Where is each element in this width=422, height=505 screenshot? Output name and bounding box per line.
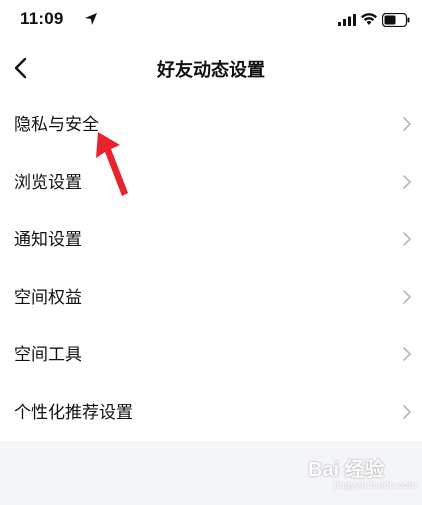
chevron-right-icon [403,289,411,304]
cellular-signal-icon [338,14,356,26]
watermark-url: jingyan.baidu.com [334,481,418,491]
settings-item-label: 个性化推荐设置 [14,402,133,423]
settings-item-label: 空间权益 [14,287,82,308]
settings-item-label: 隐私与安全 [14,115,99,135]
settings-list: 隐私与安全 浏览设置 通知设置 空间权益 空间工具 个性化推荐设置 [0,96,422,441]
settings-item-notification[interactable]: 通知设置 [0,211,422,269]
location-arrow-icon [85,13,97,25]
chevron-right-icon [403,174,411,189]
chevron-right-icon [403,117,411,131]
chevron-right-icon [403,404,411,419]
settings-item-label: 通知设置 [14,230,82,250]
navigation-bar: 好友动态设置 [0,40,422,96]
battery-icon [382,13,410,27]
baidu-jingyan-watermark: Bai 经验 jingyan.baidu.com [304,453,418,497]
settings-item-personalized-recommend[interactable]: 个性化推荐设置 [0,384,422,442]
wifi-icon [361,13,377,25]
status-bar: 11:09 [0,0,422,40]
settings-item-space-benefits[interactable]: 空间权益 [0,269,422,327]
page-title: 好友动态设置 [157,60,265,81]
settings-item-label: 空间工具 [14,345,82,365]
chevron-right-icon [403,232,411,246]
status-time: 11:09 [20,9,64,28]
red-annotation-arrow-icon [96,132,128,196]
chevron-right-icon [403,347,411,361]
settings-item-space-tools[interactable]: 空间工具 [0,326,422,384]
settings-item-browse[interactable]: 浏览设置 [0,154,422,212]
settings-item-privacy-security[interactable]: 隐私与安全 [0,96,422,154]
watermark-text: Bai 经验 [308,459,385,481]
settings-item-label: 浏览设置 [14,172,82,193]
